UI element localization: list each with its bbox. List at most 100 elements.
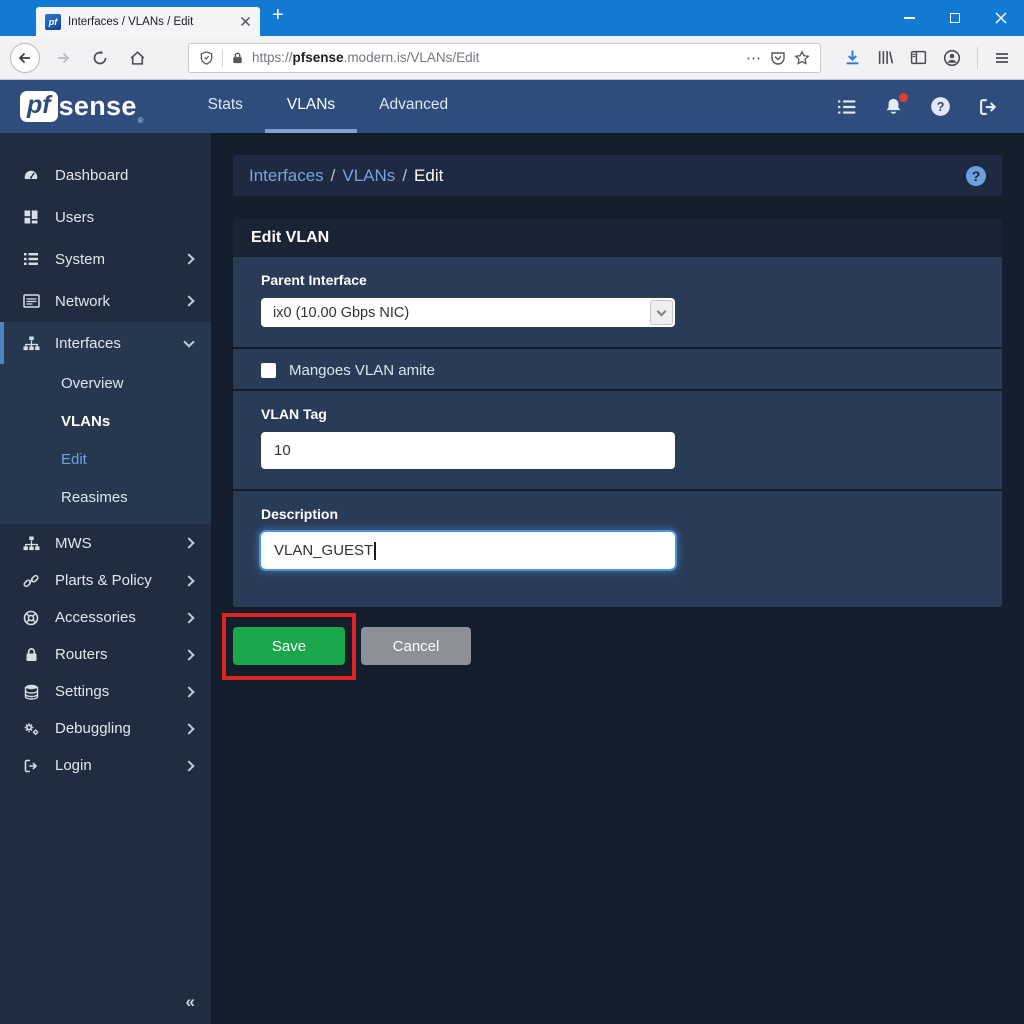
url-protocol: https:// — [252, 50, 293, 65]
sidebar-item-plarts-policy[interactable]: Plarts & Policy — [0, 562, 211, 599]
account-icon[interactable] — [943, 49, 961, 67]
chevron-right-icon — [183, 612, 194, 623]
sidebar-item-users[interactable]: Users — [0, 196, 211, 238]
vlan-checkbox-label: Mangoes VLAN amite — [289, 362, 435, 379]
sidebar-item-accessories[interactable]: Accessories — [0, 599, 211, 636]
downloads-icon[interactable] — [844, 49, 861, 66]
sidebar-toggle-icon[interactable] — [910, 49, 927, 66]
sidebar-item-routers[interactable]: Routers — [0, 636, 211, 673]
nav-link-vlans[interactable]: VLANs — [265, 80, 357, 133]
sidebar-item-mws[interactable]: MWS — [0, 524, 211, 562]
save-button[interactable]: Save — [233, 627, 345, 665]
notification-badge — [899, 93, 908, 102]
ring-icon — [22, 610, 40, 626]
sidebar-item-dashboard[interactable]: Dashboard — [0, 154, 211, 196]
url-text[interactable]: https://pfsense.modern.is/VLANs/Edit — [252, 50, 738, 65]
url-domain: pfsense — [293, 50, 344, 65]
sidebar-collapse-button[interactable]: « — [186, 992, 195, 1012]
signout-icon — [22, 758, 40, 774]
nav-link-stats[interactable]: Stats — [186, 80, 265, 133]
maximize-button[interactable] — [932, 0, 978, 36]
breadcrumb-vlans-link[interactable]: VLANs — [342, 166, 395, 186]
gauge-icon — [22, 167, 40, 183]
page-actions-icon[interactable]: ⋯ — [746, 49, 762, 67]
sidebar-item-login[interactable]: Login — [0, 747, 211, 784]
url-path: .modern.is/VLANs/Edit — [344, 50, 480, 65]
sidebar-item-label: Interfaces — [55, 335, 121, 352]
library-icon[interactable] — [877, 49, 894, 66]
sidebar-item-settings[interactable]: Settings — [0, 673, 211, 710]
vlan-tag-row: VLAN Tag — [233, 389, 1002, 489]
chevron-right-icon — [183, 575, 194, 586]
menu-icon[interactable] — [994, 50, 1010, 66]
app-navbar: pf sense ® Stats VLANs Advanced ? — [0, 80, 1024, 133]
card-icon — [22, 294, 40, 308]
url-bar[interactable]: https://pfsense.modern.is/VLANs/Edit ⋯ — [188, 43, 821, 73]
toolbar-separator — [977, 47, 978, 69]
description-row: Description VLAN_GUEST — [233, 489, 1002, 607]
sidebar-item-interfaces[interactable]: Interfaces — [0, 322, 211, 364]
sidebar-item-system[interactable]: System — [0, 238, 211, 280]
link-icon — [22, 573, 40, 589]
screen: pf Interfaces / VLANs / Edit + — [0, 0, 1024, 1024]
lock-icon — [22, 647, 40, 662]
browser-tab[interactable]: pf Interfaces / VLANs / Edit — [36, 7, 260, 36]
pocket-icon[interactable] — [770, 50, 786, 66]
url-separator — [222, 49, 223, 67]
forward-button[interactable] — [49, 44, 77, 72]
parent-interface-select[interactable]: ix0 (10.00 Gbps NIC) — [261, 298, 675, 327]
database-icon — [22, 684, 40, 700]
chevron-right-icon — [183, 537, 194, 548]
browser-toolbar: https://pfsense.modern.is/VLANs/Edit ⋯ — [0, 36, 1024, 80]
help-icon[interactable]: ? — [930, 96, 951, 117]
vlan-tag-input[interactable] — [261, 432, 675, 469]
sidebar-subitem-reasimes[interactable]: Reasimes — [0, 478, 211, 516]
minimize-button[interactable] — [886, 0, 932, 36]
status-list-icon[interactable] — [837, 98, 857, 116]
pfsense-logo[interactable]: pf sense ® — [20, 80, 144, 133]
nav-link-advanced[interactable]: Advanced — [357, 80, 470, 133]
sidebar-item-label: Network — [55, 293, 110, 310]
sidebar-item-network[interactable]: Network — [0, 280, 211, 322]
notifications-bell-icon[interactable] — [884, 97, 903, 116]
back-button[interactable] — [10, 43, 40, 73]
sitemap-icon — [22, 536, 40, 551]
sidebar-subitem-edit[interactable]: Edit — [0, 440, 211, 478]
text-cursor — [374, 542, 376, 560]
edit-vlan-panel: Edit VLAN Parent Interface ix0 (10.00 Gb… — [233, 219, 1002, 607]
tracking-protection-shield-icon[interactable] — [199, 50, 214, 66]
reload-button[interactable] — [86, 44, 114, 72]
description-input[interactable]: VLAN_GUEST — [261, 532, 675, 569]
sidebar-item-label: Plarts & Policy — [55, 572, 152, 589]
registered-mark: ® — [138, 116, 144, 125]
vlan-checkbox[interactable] — [261, 363, 276, 378]
pfsense-logo-sense: sense — [59, 91, 137, 122]
chevron-right-icon — [183, 295, 194, 306]
cancel-button[interactable]: Cancel — [361, 627, 471, 665]
navbar-links: Stats VLANs Advanced — [186, 80, 471, 133]
close-button[interactable] — [978, 0, 1024, 36]
sidebar-item-label: MWS — [55, 535, 92, 552]
chevron-right-icon — [183, 686, 194, 697]
sidebar-item-debuggling[interactable]: Debuggling — [0, 710, 211, 747]
sidebar-item-label: Accessories — [55, 609, 136, 626]
sidebar-subitem-vlans[interactable]: VLANs — [0, 402, 211, 440]
sidebar-interfaces-group: Interfaces Overview VLANs Edit Reasimes — [0, 322, 211, 524]
select-dropdown-button[interactable] — [650, 300, 673, 325]
breadcrumb-current: Edit — [414, 166, 443, 186]
sidebar-item-label: System — [55, 251, 105, 268]
new-tab-button[interactable]: + — [272, 4, 284, 27]
description-label: Description — [261, 506, 974, 522]
breadcrumb-interfaces-link[interactable]: Interfaces — [249, 166, 324, 186]
lock-icon[interactable] — [231, 51, 244, 65]
navbar-icons: ? — [837, 80, 998, 133]
sidebar-subitem-overview[interactable]: Overview — [0, 364, 211, 402]
logout-icon[interactable] — [978, 97, 998, 117]
home-button[interactable] — [123, 44, 151, 72]
tab-close-icon[interactable] — [240, 16, 251, 27]
gears-icon — [22, 721, 40, 737]
chevron-down-icon — [183, 336, 194, 347]
bookmark-star-icon[interactable] — [794, 50, 810, 66]
page-help-icon[interactable]: ? — [966, 166, 986, 186]
sidebar-item-label: Debuggling — [55, 720, 131, 737]
